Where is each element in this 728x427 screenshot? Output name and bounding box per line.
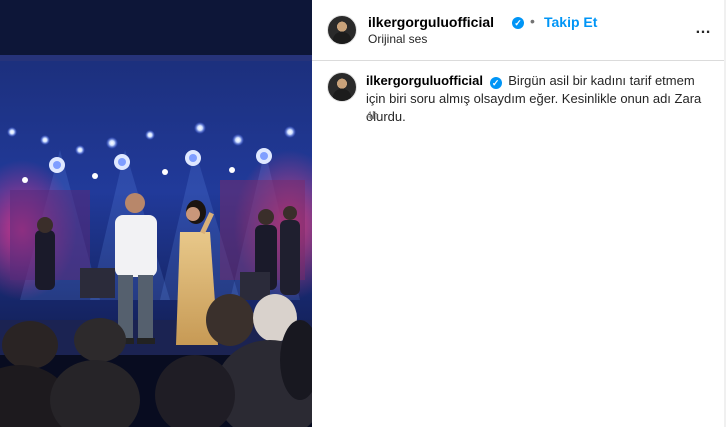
audio-label[interactable]: Orijinal ses [368, 32, 427, 46]
post-video[interactable] [0, 0, 312, 427]
separator-dot: • [530, 13, 535, 29]
caption-username[interactable]: ilkergorguluofficial [366, 73, 483, 88]
author-username[interactable]: ilkergorguluofficial [368, 14, 494, 30]
verified-badge-icon: ✓ [512, 17, 524, 29]
concert-stage-image [0, 0, 312, 427]
caption-verified-badge-icon: ✓ [489, 77, 502, 89]
post-caption: ilkergorguluofficial ✓ Birgün asil bir k… [366, 72, 706, 126]
follow-button[interactable]: Takip Et [544, 14, 597, 30]
author-avatar[interactable] [327, 15, 357, 45]
post-timestamp[interactable]: 4h [366, 110, 378, 122]
more-options-icon[interactable]: … [695, 20, 712, 38]
caption-author-avatar[interactable] [327, 72, 357, 102]
post-details-panel: ilkergorguluofficial ✓ • Takip Et Orijin… [312, 0, 726, 427]
post-header: ilkergorguluofficial ✓ • Takip Et Orijin… [312, 0, 726, 61]
scrollbar[interactable] [724, 0, 726, 427]
